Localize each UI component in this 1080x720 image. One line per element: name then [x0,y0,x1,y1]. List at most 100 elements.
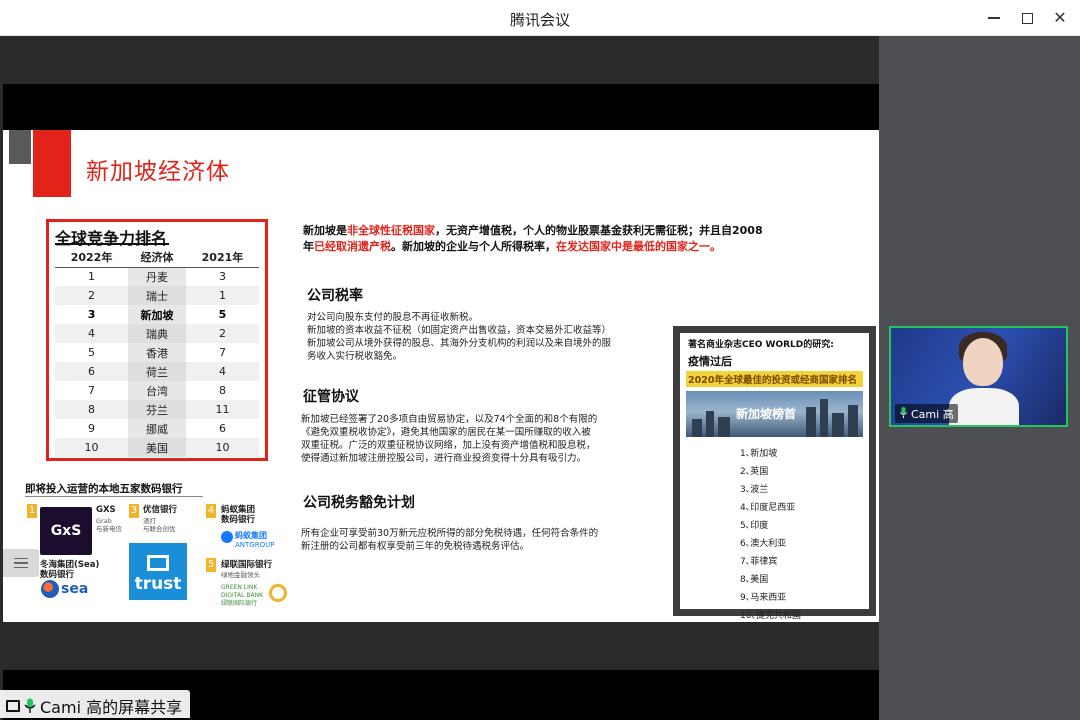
section-line: 对公司向股东支付的股息不再征收新税。 [307,312,479,323]
close-button[interactable]: ✕ [1046,6,1074,30]
table-row: 3 新加坡 5 [55,305,259,324]
bank-sub: 数码银行 [40,570,75,580]
skyline-building [806,407,816,437]
intro-highlight: 在发达国家中是最低的国家之一。 [556,239,721,253]
ranking-title: 全球竞争力排名 [55,225,169,248]
table-cell: 6 [55,362,129,381]
table-cell: 5 [218,308,227,321]
section-line: 新注册的公司都有权享受前三年的免税待遇税务评估。 [301,541,530,552]
competitiveness-ranking-table: 全球竞争力排名 2022年 经济体 2021年 1 丹麦 3 2 瑞士 1 3 新加坡 5 … [46,219,268,461]
section-line: 双重征税。广泛的双重征税协议网络，加上没有资产增值税和股息税， [301,440,596,451]
bank-number: 1 [27,504,37,518]
table-row: 10 美国 10 [55,438,259,457]
table-cell: 瑞士 [128,286,186,305]
sea-logo-text: sea [61,581,89,597]
green-link-icon [269,584,287,602]
bank-name: 冬海集团(Sea) [40,560,100,570]
green-logo-line: GREEN LINK [221,584,258,591]
table-cell: 10 [185,438,259,457]
card-banner-text: 2020年全球最佳的投资或经商国家排名 [686,371,863,387]
sea-logo: sea [41,580,88,598]
section-body-tax-treaty: 新加坡已经签署了20多项自由贸易协定，以及74个全面的和8个有限的 《避免双重税… [301,413,663,465]
gxs-logo: GxS [40,507,92,555]
ant-logo-en: ANTGROUP [235,541,275,549]
table-cell: 香港 [128,343,186,362]
country-ranking-list: 1､新加坡 2､英国 3､波兰 4､印度尼西亚 5､印度 6､澳大利亚 7､菲律… [740,445,869,622]
table-cell: 台湾 [128,381,186,400]
table-cell: 挪威 [128,419,186,438]
section-title-tax-exemption: 公司税务豁免计划 [303,495,415,511]
table-cell: 6 [218,422,226,435]
digital-banks-title: 即将投入运营的本地五家数码银行 [25,483,183,495]
list-item: 1､新加坡 [740,449,778,459]
bank-sub: 数码银行 [221,515,256,525]
minimize-button[interactable] [980,6,1008,30]
intro-highlight: 非全球性征税国家 [347,224,435,237]
window-title: 腾讯会议 [509,11,570,29]
table-cell: 瑞典 [128,324,186,343]
section-line: 使得通过新加坡注册控股公司，进行商业投资变得十分具有吸引力。 [301,453,587,464]
table-row: 4 瑞典 2 [55,324,259,343]
bank-name: 优信银行 [143,505,178,515]
singapore-skyline-image: 新加坡榜首 [686,391,863,437]
bank-sub: Grab [96,517,112,525]
ranking-header-cell: 2022年 [55,248,129,268]
table-row: 2 瑞士 1 [55,286,259,305]
ranking-grid: 2022年 经济体 2021年 1 丹麦 3 2 瑞士 1 3 新加坡 5 4 瑞典 2 5 香港… [55,248,259,457]
screen-share-status: Cami 高的屏幕共享 [0,690,191,718]
bank-number: 5 [206,558,216,572]
intro-text: 新加坡是 [303,224,347,237]
intro-highlight: 已经取消遗产税 [314,239,391,253]
table-cell: 丹麦 [128,267,186,286]
trust-logo: trust [129,543,187,600]
sea-logo-icon [41,580,59,598]
table-cell: 3 [87,308,96,321]
table-row: 9 挪威 6 [55,419,259,438]
participant-body [949,388,1019,425]
table-cell: 7 [88,384,96,397]
table-cell: 10 [55,438,129,457]
bank-name: 蚂蚁集团 [221,505,256,515]
table-row: 7 台湾 8 [55,381,259,400]
section-line: 《避免双重税收协定》，避免其他国家的居民在某一国所赚取的收入被 [301,427,591,438]
section-line: 新加坡公司从境外获得的股息、其海外分支机构的利润以及来自境外的服 [307,338,612,349]
slide-title: 新加坡经济体 [86,159,230,185]
close-icon: ✕ [1053,8,1067,27]
trust-logo-text: trust [134,574,182,594]
bank-number: 4 [206,504,216,518]
ranking-header-cell: 2021年 [185,248,259,268]
skyline-building [718,417,730,437]
handle-line-icon [14,562,28,564]
skyline-building [832,413,844,437]
list-item: 2､英国 [740,467,769,477]
section-body-tax-rate: 对公司向股东支付的股息不再征收新税。 新加坡的资本收益不征税（如固定资产出售收益… [307,311,669,363]
list-item: 5､印度 [740,521,769,531]
list-item: 7､菲律宾 [740,557,778,567]
table-cell: 4 [185,362,259,381]
table-cell: 美国 [128,438,186,457]
shared-screen-bottom-band [3,622,879,670]
table-cell: 2 [185,324,259,343]
section-line: 务收入实行税收豁免。 [307,351,403,362]
bank-sub: 与新电信 [96,525,122,533]
section-line: 新加坡的资本收益不征税（如固定资产出售收益，资本交易外汇收益等） [307,325,612,336]
digital-banks-divider [25,496,203,497]
share-toolbar-handle[interactable] [3,549,39,577]
maximize-button[interactable] [1013,6,1041,30]
table-cell: 1 [185,286,259,305]
screen-share-icon [6,699,20,712]
participant-video-tile[interactable]: Cami 高 [889,326,1068,427]
trust-logo-icon [147,555,169,571]
table-row: 6 荷兰 4 [55,362,259,381]
table-cell: 2 [55,286,129,305]
list-item: 9､马来西亚 [740,593,787,603]
list-item: 8､美国 [740,575,769,585]
ant-logo-cn: 蚂蚁集团 [235,531,267,540]
skyline-building [848,405,858,437]
table-cell: 8 [218,384,226,397]
microphone-icon [24,698,36,713]
table-cell: 9 [88,422,96,435]
list-item: 3､波兰 [740,485,769,495]
ant-group-logo: 蚂蚁集团 ANTGROUP [221,530,291,549]
table-cell: 11 [185,400,259,419]
